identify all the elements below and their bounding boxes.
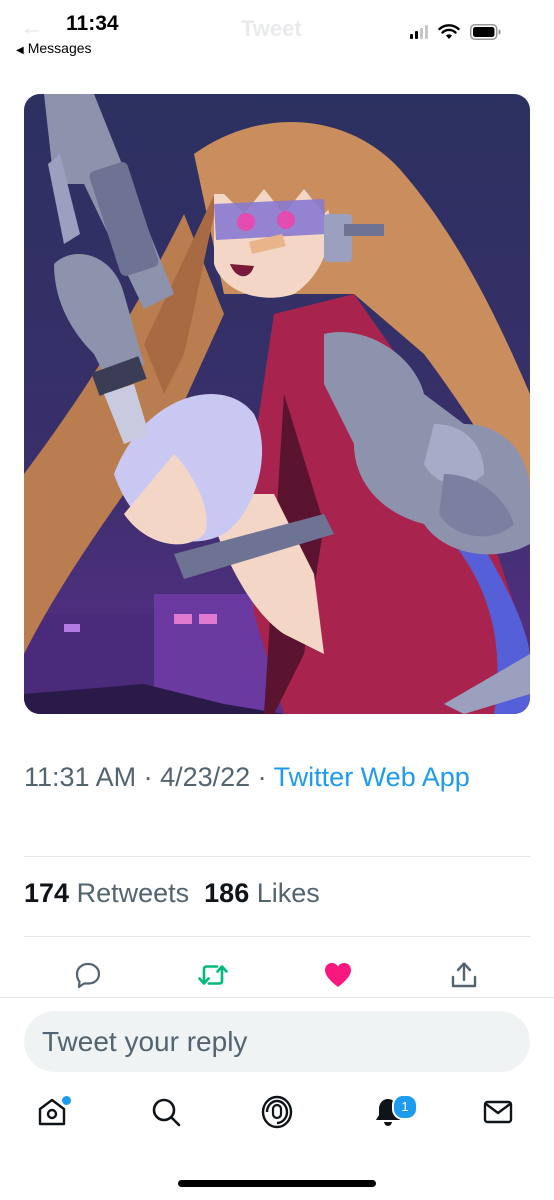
messages-icon xyxy=(483,1100,513,1124)
tab-search[interactable] xyxy=(144,1090,188,1134)
like-icon xyxy=(325,963,351,987)
tweet-actions xyxy=(0,955,554,995)
tweet-metadata: 11:31 AM · 4/23/22 · Twitter Web App xyxy=(24,757,514,797)
tab-messages[interactable] xyxy=(476,1090,520,1134)
divider xyxy=(24,936,530,937)
retweets-label: Retweets xyxy=(76,878,190,908)
header-title: Tweet xyxy=(241,16,302,41)
likes-count: 186 xyxy=(204,878,250,908)
tab-home[interactable] xyxy=(30,1090,74,1134)
divider xyxy=(0,997,554,998)
status-bar: ← Tweet 11:34 ◀ Messages xyxy=(0,0,554,62)
status-time: 11:34 xyxy=(66,12,119,35)
back-triangle-icon: ◀ xyxy=(16,45,24,56)
divider xyxy=(24,856,530,857)
reply-button[interactable] xyxy=(68,955,108,995)
share-icon xyxy=(451,962,477,988)
tab-notifications[interactable]: 1 xyxy=(366,1090,418,1134)
illustration xyxy=(24,94,530,714)
tweet-stats: 174 Retweets 186 Likes xyxy=(24,878,320,909)
likes-stat[interactable]: 186 Likes xyxy=(204,878,320,908)
back-app-label: Messages xyxy=(27,40,92,56)
tweet-media-image[interactable] xyxy=(24,94,530,714)
battery-icon xyxy=(470,24,501,40)
bottom-tab-bar: 1 xyxy=(0,1090,554,1150)
retweet-button[interactable] xyxy=(193,955,233,995)
reply-input[interactable]: Tweet your reply xyxy=(24,1011,530,1072)
spaces-icon xyxy=(261,1095,293,1129)
status-icons xyxy=(410,24,502,40)
retweet-icon xyxy=(198,965,228,985)
share-button[interactable] xyxy=(444,955,484,995)
likes-label: Likes xyxy=(256,878,320,908)
reply-icon xyxy=(75,962,101,989)
tweet-source-link[interactable]: Twitter Web App xyxy=(274,762,470,792)
back-to-app-link[interactable]: ◀ Messages xyxy=(16,40,92,56)
like-button[interactable] xyxy=(318,955,358,995)
retweets-stat[interactable]: 174 Retweets xyxy=(24,878,189,908)
retweets-count: 174 xyxy=(24,878,70,908)
tweet-timestamp: 11:31 AM · 4/23/22 · xyxy=(24,762,267,792)
wifi-icon xyxy=(438,24,460,39)
notifications-badge: 1 xyxy=(392,1094,418,1120)
home-indicator[interactable] xyxy=(178,1180,376,1187)
cellular-signal-icon xyxy=(410,25,428,39)
search-icon xyxy=(152,1098,181,1127)
tab-spaces[interactable] xyxy=(255,1090,299,1134)
home-new-dot xyxy=(60,1094,73,1107)
back-arrow-icon[interactable]: ← xyxy=(20,14,44,42)
